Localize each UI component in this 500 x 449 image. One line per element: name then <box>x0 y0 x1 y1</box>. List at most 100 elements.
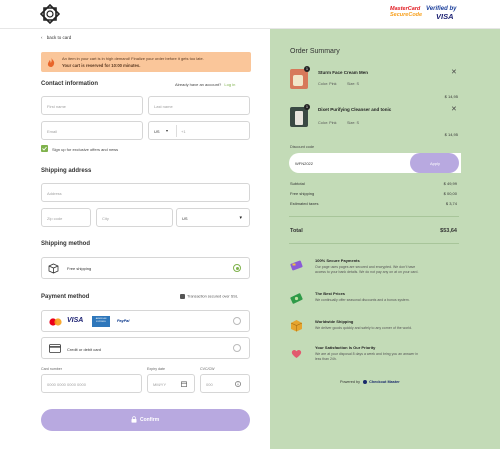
powered-by: Powered by Checkout Master <box>340 380 400 384</box>
feature-description: Our page uses pages are secured and encr… <box>315 265 419 274</box>
feature-description: We continually offer seasonal discounts … <box>315 298 410 302</box>
last-name-placeholder: Last name <box>154 104 173 109</box>
total-label: Total <box>290 228 303 234</box>
lock-icon <box>180 294 185 299</box>
cvc-input[interactable]: 000 <box>200 374 250 393</box>
item-quantity-badge: 1 <box>304 66 310 72</box>
item-size: Size: S <box>347 121 360 125</box>
feature-title: Worldwide Shipping <box>315 319 354 324</box>
signup-label: Sign up for exclusive offers and news <box>52 147 119 152</box>
flame-icon <box>47 57 55 67</box>
subtotal-label: Subtotal <box>290 181 305 186</box>
free-shipping-option[interactable]: Free shipping <box>41 257 250 279</box>
amex-logo: AMERICAN EXPRESS <box>92 316 110 327</box>
item-image <box>290 69 308 89</box>
shipping-address-title: Shipping address <box>41 168 92 174</box>
money-icon <box>290 293 303 304</box>
card-number-placeholder: 0000 0000 0000 0000 <box>47 382 86 387</box>
visa-line2: VISA <box>436 12 454 21</box>
expiry-input[interactable]: MM/YY <box>147 374 195 393</box>
alert-message: An item in your cart is in high demand! … <box>62 56 204 61</box>
summary-divider <box>289 216 459 217</box>
box-icon <box>290 320 303 332</box>
credit-card-icon <box>49 344 61 353</box>
item-quantity-badge: 1 <box>304 104 310 110</box>
free-shipping-label: Free shipping <box>67 266 92 271</box>
order-summary-title: Order Summary <box>290 48 340 55</box>
zip-placeholder: Zip code <box>47 216 63 221</box>
ssl-note: Transaction secured over SSL <box>180 294 238 299</box>
mastercard-line2: SecureCode <box>390 11 423 18</box>
item-color: Color: Pink <box>318 82 337 86</box>
card-brands-radio[interactable] <box>233 317 241 325</box>
apply-label: Apply <box>430 161 441 166</box>
item-size: Size: S <box>347 82 360 86</box>
back-label: back to card <box>46 35 72 40</box>
feature-title: Your Satisfaction Is Our Priority <box>315 345 376 350</box>
payment-method-title: Payment method <box>41 294 90 300</box>
email-input[interactable]: Email <box>41 121 143 140</box>
card-icon <box>290 260 303 271</box>
brand-logo-icon[interactable] <box>40 4 60 24</box>
cvc-placeholder: 000 <box>206 382 213 387</box>
ssl-note-text: Transaction secured over SSL <box>187 294 238 299</box>
expiry-label: Expiry date <box>147 367 165 371</box>
first-name-placeholder: First name <box>47 104 66 109</box>
contact-section-title: Contact information <box>41 81 98 87</box>
order-summary-panel: Order Summary 1 Sturm Face Cream Men Col… <box>270 29 500 449</box>
apply-discount-button[interactable]: Apply <box>410 153 459 173</box>
shipping-value: $ 00,00 <box>443 191 457 196</box>
login-link[interactable]: Log in <box>224 82 235 87</box>
discount-code-value: WFN2022 <box>295 161 314 166</box>
calendar-icon <box>181 381 187 387</box>
last-name-input[interactable]: Last name <box>148 96 250 115</box>
address-input[interactable]: Address <box>41 183 250 202</box>
credit-card-radio[interactable] <box>233 344 241 352</box>
checkout-form: ‹ back to card An item in your cart is i… <box>0 29 270 449</box>
item-price: $ 14,95 <box>444 132 458 137</box>
lock-icon <box>131 416 137 423</box>
confirm-button[interactable]: Confirm <box>41 409 250 431</box>
signup-checkbox[interactable] <box>41 145 48 152</box>
country-select[interactable]: US ▾ <box>176 208 250 227</box>
chevron-down-icon[interactable]: ▾ <box>166 128 168 133</box>
email-placeholder: Email <box>47 129 58 134</box>
feature-title: 100% Secure Payments <box>315 258 360 263</box>
city-placeholder: City <box>102 216 109 221</box>
city-input[interactable]: City <box>96 208 173 227</box>
card-number-label: Card number <box>41 367 62 371</box>
powered-by-prefix: Powered by <box>340 380 361 384</box>
phone-input[interactable]: US ▾ +1 <box>148 121 250 140</box>
paypal-logo: PayPal <box>117 319 130 323</box>
phone-country-code[interactable]: US <box>154 129 160 134</box>
item-name: Dixet Purifying Cleanser and tonic <box>318 107 392 112</box>
total-value: $53,64 <box>440 228 457 234</box>
top-bar: MasterCard SecureCode Verified by VISA <box>0 0 500 29</box>
credit-card-label: Credit or debit card <box>67 347 102 352</box>
expiry-placeholder: MM/YY <box>153 382 167 387</box>
item-image <box>290 107 308 127</box>
taxes-value: $ 3,74 <box>445 201 457 206</box>
zip-code-input[interactable]: Zip code <box>41 208 91 227</box>
mastercard-securecode-badge: MasterCard SecureCode <box>390 6 423 18</box>
verified-by-visa-badge: Verified by VISA <box>426 6 456 20</box>
mastercard-icon <box>49 318 62 326</box>
shipping-label: Free shipping <box>290 191 315 196</box>
card-brands-option[interactable]: VISA AMERICAN EXPRESS PayPal <box>41 310 250 332</box>
taxes-label: Estimated taxes <box>290 201 319 206</box>
powered-by-brand[interactable]: Checkout Master <box>369 380 400 384</box>
check-icon <box>42 146 47 151</box>
remove-item-close-icon[interactable]: ✕ <box>451 105 457 113</box>
info-icon[interactable] <box>235 381 241 387</box>
feature-description: We deliver goods quickly and safely to a… <box>315 326 413 330</box>
card-number-input[interactable]: 0000 0000 0000 0000 <box>41 374 142 393</box>
shipping-method-title: Shipping method <box>41 241 90 247</box>
item-color: Color: Pink <box>318 121 337 125</box>
package-icon <box>48 263 59 274</box>
checkout-master-logo-icon <box>363 380 368 384</box>
credit-card-option[interactable]: Credit or debit card <box>41 337 250 359</box>
first-name-input[interactable]: First name <box>41 96 143 115</box>
free-shipping-radio[interactable] <box>233 264 241 272</box>
remove-item-close-icon[interactable]: ✕ <box>451 68 457 76</box>
back-to-card-link[interactable]: ‹ back to card <box>41 35 71 40</box>
